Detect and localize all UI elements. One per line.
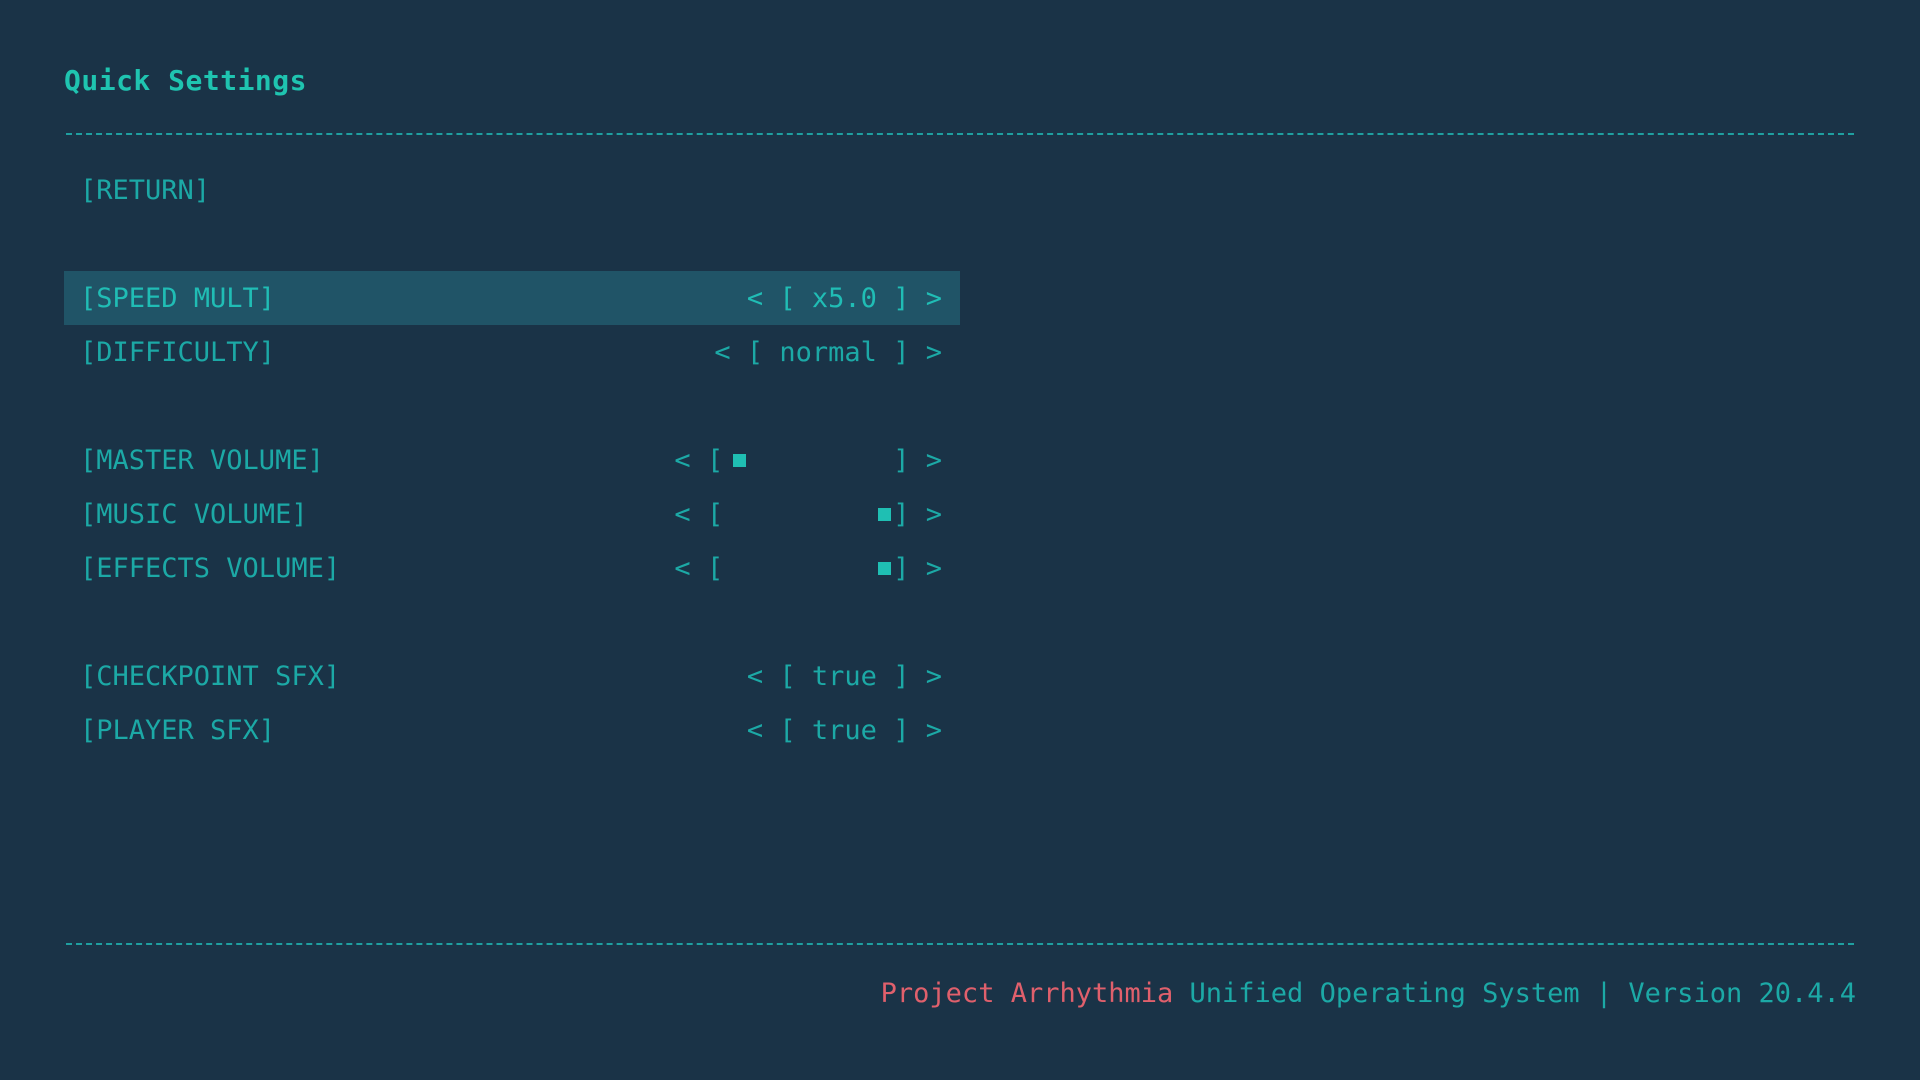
effects-volume-slider: < [] >	[674, 553, 942, 584]
menu-spacer	[64, 379, 960, 433]
return-label: [RETURN]	[80, 174, 211, 206]
music-volume-slider: < [] >	[674, 499, 942, 530]
speed-mult-label: [SPEED MULT]	[80, 282, 276, 314]
settings-menu: [RETURN] [SPEED MULT] < [ x5.0 ] > [DIFF…	[64, 163, 960, 757]
effects-volume-option[interactable]: [EFFECTS VOLUME] < [] >	[64, 541, 960, 595]
player-sfx-label: [PLAYER SFX]	[80, 714, 276, 746]
music-volume-knob[interactable]	[878, 508, 892, 521]
checkpoint-sfx-selector: < [ true ] >	[747, 661, 942, 692]
difficulty-option[interactable]: [DIFFICULTY] < [ normal ] >	[64, 325, 960, 379]
checkpoint-sfx-label: [CHECKPOINT SFX]	[80, 660, 341, 692]
close-bracket: ]	[893, 552, 910, 584]
open-bracket: [	[779, 660, 796, 692]
music-volume-option[interactable]: [MUSIC VOLUME] < [] >	[64, 487, 960, 541]
close-bracket: ]	[893, 282, 910, 314]
effects-volume-label: [EFFECTS VOLUME]	[80, 552, 341, 584]
decrease-arrow[interactable]: <	[747, 661, 763, 692]
decrease-arrow[interactable]: <	[714, 337, 730, 368]
speed-mult-option[interactable]: [SPEED MULT] < [ x5.0 ] >	[64, 271, 960, 325]
decrease-arrow[interactable]: <	[674, 553, 690, 584]
increase-arrow[interactable]: >	[926, 499, 942, 530]
master-volume-track[interactable]	[725, 445, 891, 475]
open-bracket: [	[706, 444, 724, 476]
difficulty-selector: < [ normal ] >	[714, 337, 942, 368]
difficulty-value: normal	[779, 336, 877, 368]
decrease-arrow[interactable]: <	[747, 283, 763, 314]
increase-arrow[interactable]: >	[926, 553, 942, 584]
player-sfx-selector: < [ true ] >	[747, 715, 942, 746]
difficulty-label: [DIFFICULTY]	[80, 336, 276, 368]
increase-arrow[interactable]: >	[926, 283, 942, 314]
footer-version: Unified Operating System | Version 20.4.…	[1173, 978, 1856, 1009]
player-sfx-value: true	[811, 714, 877, 746]
close-bracket: ]	[893, 444, 910, 476]
open-bracket: [	[706, 552, 724, 584]
close-bracket: ]	[893, 336, 910, 368]
increase-arrow[interactable]: >	[926, 715, 942, 746]
close-bracket: ]	[893, 660, 910, 692]
open-bracket: [	[706, 498, 724, 530]
system-footer: Project Arrhythmia Unified Operating Sys…	[881, 978, 1856, 1009]
menu-spacer	[64, 217, 960, 271]
open-bracket: [	[746, 336, 764, 368]
open-bracket: [	[779, 714, 796, 746]
master-volume-label: [MASTER VOLUME]	[80, 444, 324, 476]
master-volume-slider: < [] >	[674, 445, 942, 476]
decrease-arrow[interactable]: <	[747, 715, 763, 746]
open-bracket: [	[779, 282, 796, 314]
speed-mult-value: x5.0	[811, 282, 877, 314]
increase-arrow[interactable]: >	[926, 445, 942, 476]
page-title: Quick Settings	[64, 64, 308, 97]
decrease-arrow[interactable]: <	[674, 445, 690, 476]
master-volume-option[interactable]: [MASTER VOLUME] < [] >	[64, 433, 960, 487]
checkpoint-sfx-value: true	[811, 660, 877, 692]
menu-spacer	[64, 595, 960, 649]
player-sfx-option[interactable]: [PLAYER SFX] < [ true ] >	[64, 703, 960, 757]
speed-mult-selector: < [ x5.0 ] >	[747, 283, 942, 314]
music-volume-label: [MUSIC VOLUME]	[80, 498, 308, 530]
close-bracket: ]	[893, 714, 910, 746]
bottom-divider	[66, 943, 1854, 945]
return-button[interactable]: [RETURN]	[64, 163, 960, 217]
top-divider	[66, 133, 1854, 135]
effects-volume-track[interactable]	[725, 553, 892, 583]
increase-arrow[interactable]: >	[926, 661, 942, 692]
music-volume-track[interactable]	[725, 499, 892, 529]
increase-arrow[interactable]: >	[926, 337, 942, 368]
footer-brand: Project Arrhythmia	[880, 978, 1174, 1009]
close-bracket: ]	[893, 498, 910, 530]
checkpoint-sfx-option[interactable]: [CHECKPOINT SFX] < [ true ] >	[64, 649, 960, 703]
master-volume-knob[interactable]	[733, 454, 747, 467]
decrease-arrow[interactable]: <	[674, 499, 690, 530]
effects-volume-knob[interactable]	[878, 562, 892, 575]
